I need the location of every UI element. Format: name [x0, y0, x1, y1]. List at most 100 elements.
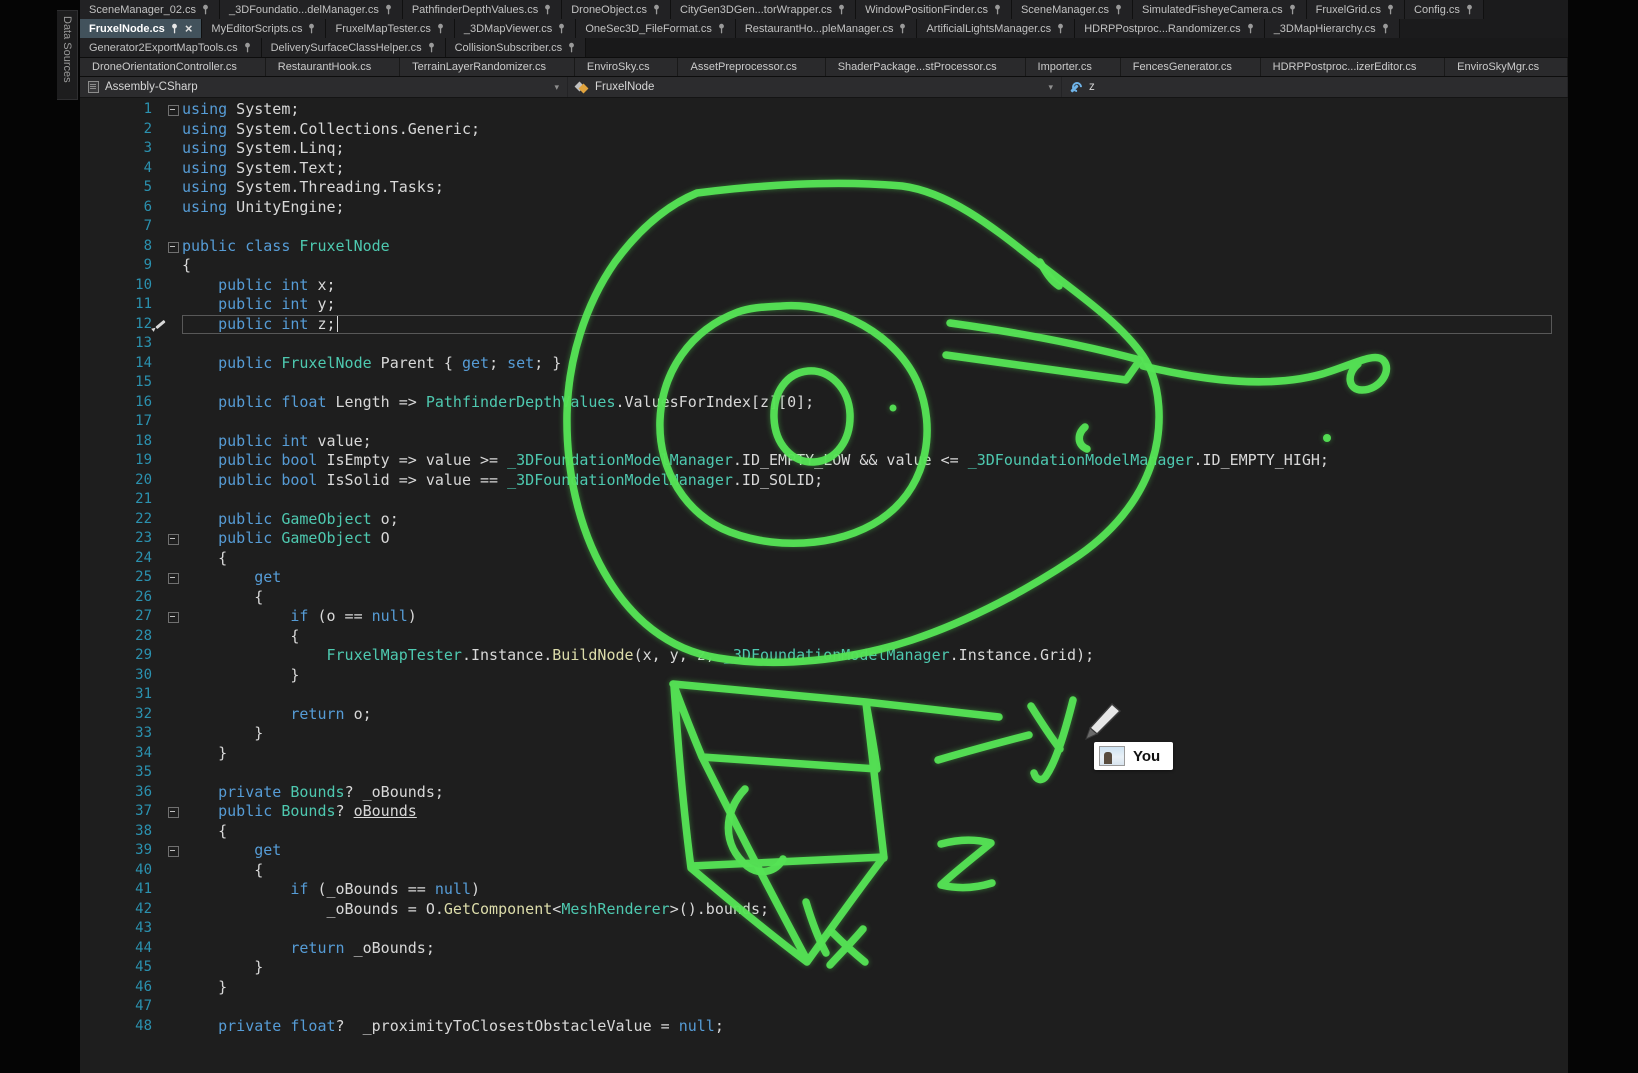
line-number: 41: [80, 880, 152, 900]
pin-icon[interactable]: [1246, 23, 1255, 34]
editor-tab[interactable]: SceneManager.cs: [1012, 0, 1133, 19]
line-number: 4: [80, 159, 152, 179]
pin-icon[interactable]: [837, 4, 846, 15]
editor-tab[interactable]: CityGen3DGen...torWrapper.cs: [671, 0, 856, 19]
editor-tab[interactable]: MyEditorScripts.cs: [202, 19, 326, 38]
close-icon[interactable]: ×: [185, 22, 193, 35]
editor-tab[interactable]: SceneManager_02.cs: [80, 0, 220, 19]
fold-collapse-icon[interactable]: [152, 802, 182, 822]
line-number: 31: [80, 685, 152, 705]
line-number: 44: [80, 939, 152, 959]
fold-margin: [152, 159, 182, 179]
class-icon: [576, 81, 589, 94]
pin-icon[interactable]: [567, 42, 576, 53]
data-sources-tab[interactable]: Data Sources: [57, 10, 78, 100]
tab-label: EnviroSkyMgr.cs: [1457, 61, 1539, 73]
editor-tab[interactable]: OneSec3D_FileFormat.cs: [576, 19, 736, 38]
editor-tab[interactable]: SimulatedFisheyeCamera.cs: [1133, 0, 1307, 19]
tab-label: AssetPreprocessor.cs: [690, 61, 796, 73]
editor-tab[interactable]: FruxelGrid.cs: [1307, 0, 1405, 19]
pin-icon[interactable]: [201, 4, 210, 15]
pin-icon[interactable]: [993, 4, 1002, 15]
pin-icon[interactable]: [652, 4, 661, 15]
code-line: 15: [80, 373, 1568, 393]
presenter-chip: You: [1094, 742, 1173, 770]
project-dropdown[interactable]: Assembly-CSharp ▾: [80, 77, 568, 97]
pin-icon[interactable]: [1465, 4, 1474, 15]
editor-tab[interactable]: HDRPPostproc...Randomizer.cs: [1075, 19, 1265, 38]
tab-label: _3DFoundatio...delManager.cs: [229, 4, 379, 16]
pin-icon[interactable]: [557, 23, 566, 34]
line-number: 47: [80, 997, 152, 1017]
type-dropdown[interactable]: FruxelNode ▾: [568, 77, 1062, 97]
editor-tab[interactable]: DeliverySurfaceClassHelper.cs: [262, 38, 446, 57]
editor-tab[interactable]: Config.cs: [1405, 0, 1484, 19]
editor-tab[interactable]: DroneObject.cs: [562, 0, 671, 19]
code-line: 47: [80, 997, 1568, 1017]
code-text: public int z;: [182, 315, 1552, 335]
editor-tab[interactable]: CollisionSubscriber.cs: [446, 38, 587, 57]
editor-tab[interactable]: WindowPositionFinder.cs: [856, 0, 1012, 19]
editor-tab[interactable]: EnviroSky.cs: [575, 58, 679, 76]
tab-label: PathfinderDepthValues.cs: [412, 4, 538, 16]
pin-icon[interactable]: [170, 23, 179, 34]
code-line: 46 }: [80, 978, 1568, 998]
editor-tab[interactable]: AssetPreprocessor.cs: [678, 58, 825, 76]
tab-label: WindowPositionFinder.cs: [865, 4, 988, 16]
code-line: 14 public FruxelNode Parent { get; set; …: [80, 354, 1568, 374]
editor-tab[interactable]: FruxelMapTester.cs: [326, 19, 454, 38]
fold-collapse-icon[interactable]: [152, 607, 182, 627]
fold-collapse-icon[interactable]: [152, 237, 182, 257]
pin-icon[interactable]: [1056, 23, 1065, 34]
pinned-tab-row-1: SceneManager_02.cs _3DFoundatio...delMana…: [80, 0, 1568, 19]
fold-collapse-icon[interactable]: [152, 100, 182, 120]
pin-icon[interactable]: [717, 23, 726, 34]
fold-margin: [152, 627, 182, 647]
fold-collapse-icon[interactable]: [152, 568, 182, 588]
pin-icon[interactable]: [1114, 4, 1123, 15]
editor-tab[interactable]: FruxelNode.cs×: [80, 19, 202, 38]
pin-icon[interactable]: [427, 42, 436, 53]
editor-tab[interactable]: _3DMapHierarchy.cs: [1265, 19, 1400, 38]
editor-tab[interactable]: RestaurantHook.cs: [266, 58, 400, 76]
pin-icon[interactable]: [436, 23, 445, 34]
editor-tab[interactable]: PathfinderDepthValues.cs: [403, 0, 562, 19]
pinned-tab-row-3: Generator2ExportMapTools.csDeliverySurfa…: [80, 38, 1568, 57]
editor-tab[interactable]: ArtificialLightsManager.cs: [917, 19, 1075, 38]
line-number: 6: [80, 198, 152, 218]
pin-icon[interactable]: [1288, 4, 1297, 15]
fold-margin: [152, 744, 182, 764]
fold-margin: [152, 432, 182, 452]
pin-icon[interactable]: [543, 4, 552, 15]
editor-tab[interactable]: _3DMapViewer.cs: [455, 19, 576, 38]
line-number: 10: [80, 276, 152, 296]
pin-icon[interactable]: [307, 23, 316, 34]
editor-tab[interactable]: Importer.cs: [1026, 58, 1121, 76]
fold-margin: [152, 510, 182, 530]
fold-collapse-icon[interactable]: [152, 841, 182, 861]
editor-tab[interactable]: ShaderPackage...stProcessor.cs: [826, 58, 1026, 76]
pin-icon[interactable]: [898, 23, 907, 34]
editor-tab[interactable]: HDRPPostproc...izerEditor.cs: [1261, 58, 1446, 76]
code-editor[interactable]: 1using System;2using System.Collections.…: [80, 98, 1568, 1073]
code-text: [182, 490, 1552, 510]
pin-icon[interactable]: [1386, 4, 1395, 15]
editor-tab[interactable]: _3DFoundatio...delManager.cs: [220, 0, 403, 19]
editor-tab[interactable]: FencesGenerator.cs: [1121, 58, 1261, 76]
pin-icon[interactable]: [1381, 23, 1390, 34]
line-number: 40: [80, 861, 152, 881]
fold-collapse-icon[interactable]: [152, 529, 182, 549]
member-dropdown[interactable]: z: [1062, 77, 1568, 97]
document-tab-row: DroneOrientationController.csRestaurantH…: [80, 57, 1568, 77]
editor-tab[interactable]: DroneOrientationController.cs: [80, 58, 266, 76]
editor-tab[interactable]: EnviroSkyMgr.cs: [1445, 58, 1568, 76]
editor-tab[interactable]: TerrainLayerRandomizer.cs: [400, 58, 575, 76]
pin-icon[interactable]: [243, 42, 252, 53]
editor-tab[interactable]: Generator2ExportMapTools.cs: [80, 38, 262, 57]
tab-label: HDRPPostproc...Randomizer.cs: [1084, 23, 1241, 35]
line-number: 8: [80, 237, 152, 257]
fold-margin: [152, 997, 182, 1017]
code-text: public GameObject O: [182, 529, 1552, 549]
pin-icon[interactable]: [384, 4, 393, 15]
editor-tab[interactable]: RestaurantHo...pleManager.cs: [736, 19, 918, 38]
